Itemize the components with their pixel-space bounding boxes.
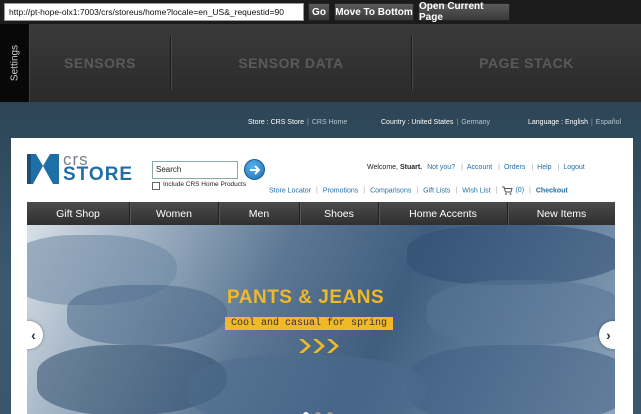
tool-panel: Settings SENSORS SENSOR DATA PAGE STACK [0, 24, 641, 102]
denim-fold [67, 285, 227, 345]
language-other-link[interactable]: Español [596, 119, 621, 126]
hero-carousel[interactable]: PANTS & JEANS Cool and casual for spring… [27, 225, 615, 414]
url-toolbar: http://pt-hope-olx1:7003/crs/storeus/hom… [0, 0, 641, 24]
arrow-right-icon [250, 165, 261, 175]
category-women[interactable]: Women [130, 202, 218, 225]
category-nav: Gift Shop Women Men Shoes Home Accents N… [27, 202, 615, 225]
country-current: United States [411, 119, 454, 126]
wish-list-link[interactable]: Wish List [462, 187, 490, 194]
language-label: Language : [528, 119, 564, 126]
store-locator-link[interactable]: Store Locator [269, 187, 311, 194]
language-current: English [565, 119, 588, 126]
store-current: CRS Store [270, 119, 305, 126]
comparisons-link[interactable]: Comparisons [370, 187, 411, 194]
checkout-link[interactable]: Checkout [536, 187, 568, 194]
open-current-page-button[interactable]: Open Current Page [418, 1, 510, 23]
go-button[interactable]: Go [308, 3, 330, 21]
welcome-text: Welcome, [367, 164, 398, 171]
account-links: Welcome, Stuart. Not you? | Account | Orde… [367, 164, 585, 171]
settings-tab[interactable]: Settings [0, 24, 30, 102]
include-home-label: Include CRS Home Products [163, 181, 247, 188]
category-gift-shop[interactable]: Gift Shop [27, 202, 129, 225]
include-home-checkbox[interactable] [152, 182, 160, 190]
cart-link[interactable]: (0) [502, 186, 525, 195]
tab-sensors[interactable]: SENSORS [30, 24, 170, 102]
carousel-next-button[interactable]: › [599, 321, 615, 349]
category-home-accents[interactable]: Home Accents [379, 202, 507, 225]
store-page: crs STORE Search Include CRS Home Produc… [11, 138, 633, 414]
account-link[interactable]: Account [467, 164, 492, 171]
website-view: Store : CRS Store | CRS Home Country : Uni… [0, 102, 641, 414]
language-switcher: Language : English | Español [528, 119, 622, 126]
crs-store-logo[interactable]: crs STORE [27, 150, 137, 186]
tab-sensor-data[interactable]: SENSOR DATA [171, 24, 411, 102]
help-link[interactable]: Help [537, 164, 551, 171]
category-new-items[interactable]: New Items [508, 202, 615, 225]
logo-text-store: STORE [63, 164, 134, 185]
cart-count: (0) [515, 187, 525, 195]
search-input[interactable]: Search [152, 161, 238, 179]
store-switcher: Store : CRS Store | CRS Home [248, 119, 348, 126]
tab-page-stack[interactable]: PAGE STACK [412, 24, 641, 102]
category-shoes[interactable]: Shoes [300, 202, 378, 225]
logo-mark-icon [27, 154, 59, 184]
hero-title: PANTS & JEANS [227, 287, 385, 308]
orders-link[interactable]: Orders [504, 164, 525, 171]
country-switcher: Country : United States | Germany [381, 119, 491, 126]
not-you-link[interactable]: Not you? [427, 164, 455, 171]
denim-fold [407, 225, 615, 285]
logout-link[interactable]: Logout [563, 164, 584, 171]
promotions-link[interactable]: Promotions [323, 187, 358, 194]
move-to-bottom-button[interactable]: Move To Bottom [334, 3, 414, 21]
utility-bar: Store : CRS Store | CRS Home Country : Uni… [0, 116, 641, 130]
settings-label: Settings [9, 44, 20, 82]
url-input[interactable]: http://pt-hope-olx1:7003/crs/storeus/hom… [4, 3, 304, 21]
gift-lists-link[interactable]: Gift Lists [423, 187, 450, 194]
cart-icon [502, 186, 514, 195]
search-button[interactable] [244, 159, 265, 180]
denim-fold [427, 280, 615, 345]
store-nav-links: Store Locator | Promotions | Comparisons | Gif… [269, 186, 568, 195]
carousel-dots [303, 405, 339, 414]
user-name: Stuart. [399, 164, 423, 171]
store-other-link[interactable]: CRS Home [312, 119, 347, 126]
denim-fold [407, 345, 615, 414]
carousel-prev-button[interactable]: ‹ [27, 321, 43, 349]
triple-chevron-icon [299, 339, 339, 353]
hero-subtitle: Cool and casual for spring [225, 317, 394, 330]
store-label: Store : [248, 119, 269, 126]
category-men[interactable]: Men [219, 202, 299, 225]
country-other-link[interactable]: Germany [461, 119, 490, 126]
country-label: Country : [381, 119, 410, 126]
